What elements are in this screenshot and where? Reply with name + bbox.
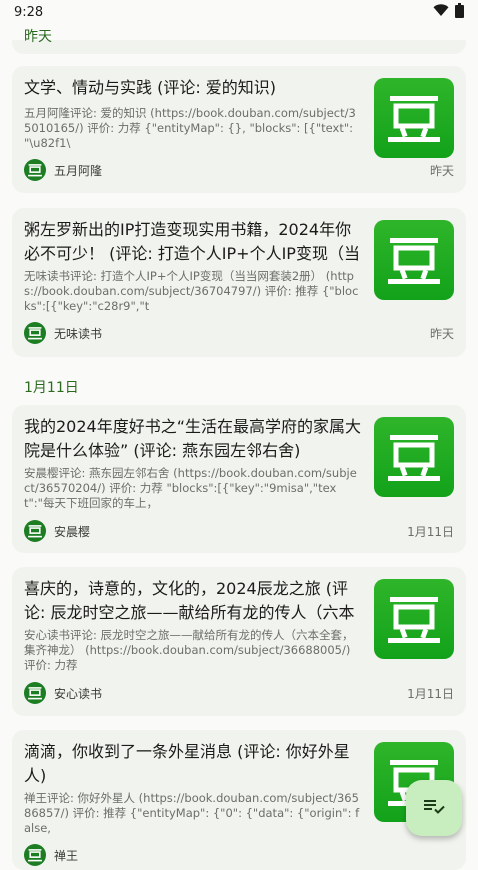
review-card[interactable]: 文学、情动与实践 (评论: 爱的知识) 五月阿隆评论: 爱的知识 (https:… [12, 66, 466, 193]
review-card[interactable]: 粥左罗新出的IP打造变现实用书籍，2024年你必不可少！ (评论: 打造个人IP… [12, 208, 466, 357]
author-row[interactable]: 无味读书 昨天 [24, 322, 454, 344]
card-date: 昨天 [429, 326, 454, 341]
douban-logo [374, 220, 454, 300]
card-snippet: 安心读书评论: 辰龙时空之旅——献给所有龙的传人（六本全套，集齐神龙） (htt… [24, 628, 354, 672]
date-header: 1月11日 [24, 380, 79, 396]
author-name: 五月阿隆 [54, 163, 103, 178]
author-row[interactable]: 安心读书 1月11日 [24, 682, 454, 704]
card-snippet: 五月阿隆评论: 爱的知识 (https://book.douban.com/su… [24, 106, 356, 150]
avatar [24, 159, 46, 181]
card-title: 粥左罗新出的IP打造变现实用书籍，2024年你必不可少！ (评论: 打造个人IP… [24, 220, 360, 263]
author-row[interactable]: 五月阿隆 昨天 [24, 159, 454, 181]
date-header: 昨天 [24, 29, 52, 45]
douban-logo [374, 579, 454, 659]
avatar [24, 844, 46, 866]
card-snippet: 安晨樱评论: 燕东园左邻右舍 (https://book.douban.com/… [24, 466, 357, 510]
playlist-check-fab[interactable] [406, 780, 462, 836]
author-name: 无味读书 [54, 326, 103, 341]
avatar [24, 520, 46, 542]
card-title: 文学、情动与实践 (评论: 爱的知识) [24, 78, 277, 97]
card-snippet: 禅王评论: 你好外星人 (https://book.douban.com/sub… [24, 791, 360, 835]
wifi-icon [433, 3, 449, 21]
card-title: 我的2024年度好书之“生活在最高学府的家属大院是什么体验” (评论: 燕东园左… [24, 417, 362, 460]
battery-icon [455, 2, 464, 22]
review-card[interactable]: 我的2024年度好书之“生活在最高学府的家属大院是什么体验” (评论: 燕东园左… [12, 405, 466, 553]
douban-logo [374, 78, 454, 158]
author-name: 禅王 [54, 848, 79, 863]
author-name: 安心读书 [54, 686, 103, 701]
card-title: 喜庆的，诗意的，文化的，2024辰龙之旅 (评论: 辰龙时空之旅——献给所有龙的… [24, 579, 355, 622]
avatar [24, 682, 46, 704]
card-date: 1月11日 [407, 686, 454, 701]
avatar [24, 322, 46, 344]
card-partial[interactable] [12, 40, 466, 54]
card-title: 滴滴，你收到了一条外星消息 (评论: 你好外星人) [24, 742, 350, 785]
playlist-check-icon [422, 794, 446, 822]
review-card[interactable]: 喜庆的，诗意的，文化的，2024辰龙之旅 (评论: 辰龙时空之旅——献给所有龙的… [12, 567, 466, 716]
card-date: 昨天 [429, 163, 454, 178]
review-card[interactable]: 滴滴，你收到了一条外星消息 (评论: 你好外星人) 禅王评论: 你好外星人 (h… [12, 730, 466, 870]
status-icons [433, 2, 464, 22]
status-time: 9:28 [14, 4, 44, 20]
feed[interactable]: 昨天 文学、情动与实践 (评论: 爱的知识) 五月阿隆评论: 爱的知识 (htt… [0, 0, 478, 870]
author-row[interactable]: 禅王 [24, 844, 454, 866]
author-row[interactable]: 安晨樱 1月11日 [24, 520, 454, 542]
card-date: 1月11日 [407, 524, 454, 539]
douban-logo [374, 417, 454, 497]
card-snippet: 无味读书评论: 打造个人IP+个人IP变现（当当网套装2册） (https://… [24, 269, 359, 313]
author-name: 安晨樱 [54, 524, 91, 539]
status-bar: 9:28 [0, 0, 478, 24]
